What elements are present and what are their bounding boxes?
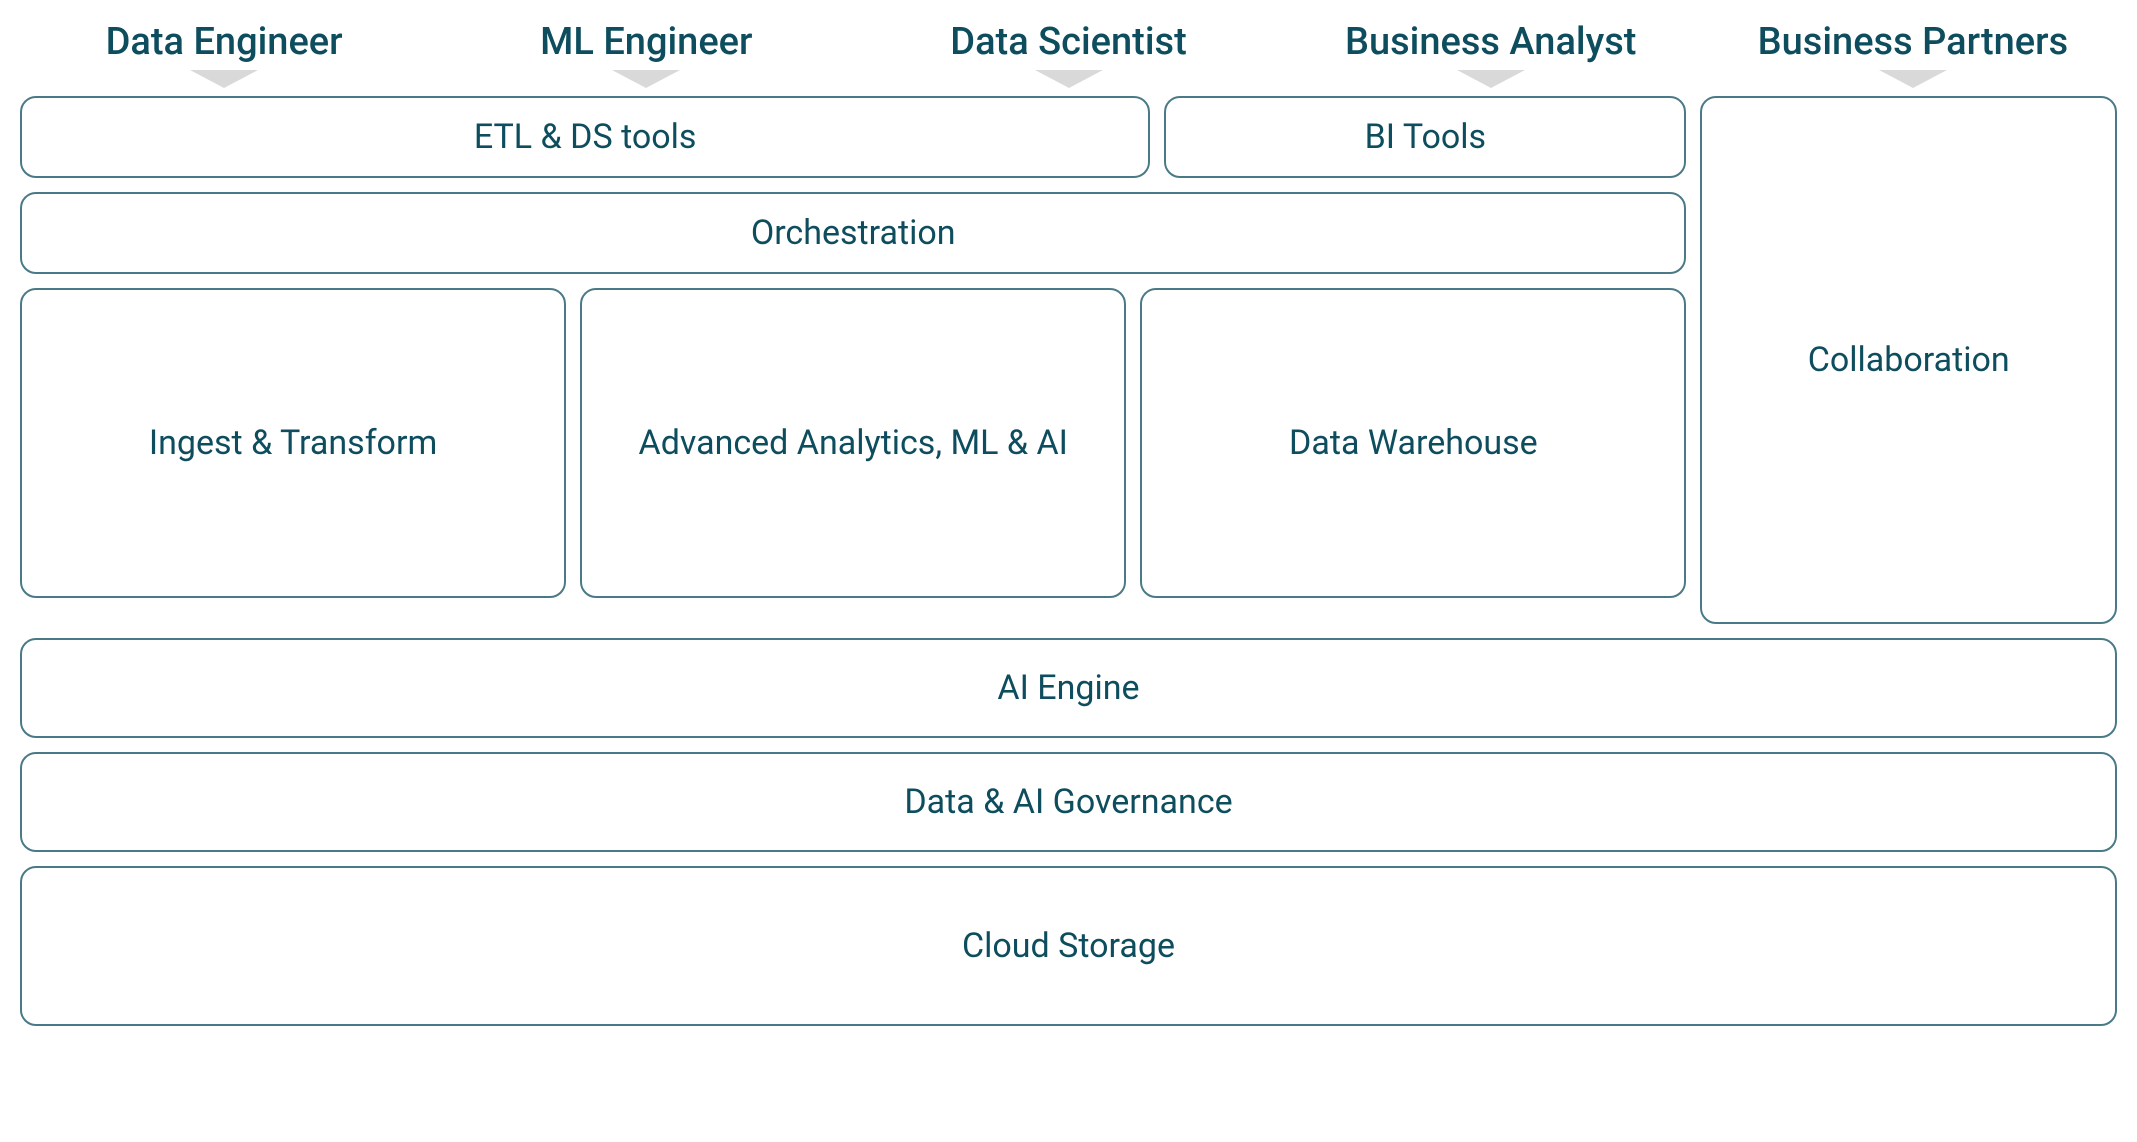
governance-row: Data & AI Governance xyxy=(20,752,2117,852)
persona-business-partners: Business Partners xyxy=(1709,20,2117,88)
arrow-down-icon xyxy=(1879,70,1947,88)
box-label: Ingest & Transform xyxy=(137,423,449,463)
data-warehouse-box: Data Warehouse xyxy=(1140,288,1686,598)
storage-row: Cloud Storage xyxy=(20,866,2117,1026)
advanced-analytics-box: Advanced Analytics, ML & AI xyxy=(580,288,1126,598)
right-column: Collaboration xyxy=(1700,96,2117,624)
personas-row: Data Engineer ML Engineer Data Scientist… xyxy=(20,20,2117,88)
persona-business-analyst: Business Analyst xyxy=(1287,20,1695,88)
main-column: ETL & DS tools BI Tools Orchestration In… xyxy=(20,96,1686,624)
ai-engine-box: AI Engine xyxy=(20,638,2117,738)
collaboration-box: Collaboration xyxy=(1700,96,2117,624)
persona-data-engineer: Data Engineer xyxy=(20,20,428,88)
cloud-storage-box: Cloud Storage xyxy=(20,866,2117,1026)
box-label: Advanced Analytics, ML & AI xyxy=(627,423,1080,463)
arrow-down-icon xyxy=(1035,70,1103,88)
box-label: Data & AI Governance xyxy=(892,782,1244,822)
arrow-down-icon xyxy=(190,70,258,88)
persona-label: ML Engineer xyxy=(540,20,752,64)
layers-layout: ETL & DS tools BI Tools Orchestration In… xyxy=(20,96,2117,624)
box-label: ETL & DS tools xyxy=(462,117,709,157)
etl-ds-tools-box: ETL & DS tools xyxy=(20,96,1150,178)
middle-row: Ingest & Transform Advanced Analytics, M… xyxy=(20,288,1686,598)
box-label: BI Tools xyxy=(1353,117,1498,157)
persona-label: Business Analyst xyxy=(1345,20,1636,64)
box-label: Cloud Storage xyxy=(950,926,1187,966)
persona-data-scientist: Data Scientist xyxy=(864,20,1272,88)
arrow-down-icon xyxy=(1457,70,1525,88)
box-label: Data Warehouse xyxy=(1277,423,1550,463)
persona-label: Business Partners xyxy=(1758,20,2068,64)
architecture-diagram: Data Engineer ML Engineer Data Scientist… xyxy=(20,20,2117,1026)
box-label: AI Engine xyxy=(985,668,1151,708)
persona-label: Data Scientist xyxy=(950,20,1186,64)
ai-engine-row: AI Engine xyxy=(20,638,2117,738)
box-label: Collaboration xyxy=(1796,340,2022,380)
box-label: Orchestration xyxy=(739,213,968,253)
bi-tools-box: BI Tools xyxy=(1164,96,1686,178)
governance-box: Data & AI Governance xyxy=(20,752,2117,852)
persona-label: Data Engineer xyxy=(106,20,343,64)
arrow-down-icon xyxy=(612,70,680,88)
persona-ml-engineer: ML Engineer xyxy=(442,20,850,88)
ingest-transform-box: Ingest & Transform xyxy=(20,288,566,598)
tools-row: ETL & DS tools BI Tools xyxy=(20,96,1686,178)
orchestration-box: Orchestration xyxy=(20,192,1686,274)
